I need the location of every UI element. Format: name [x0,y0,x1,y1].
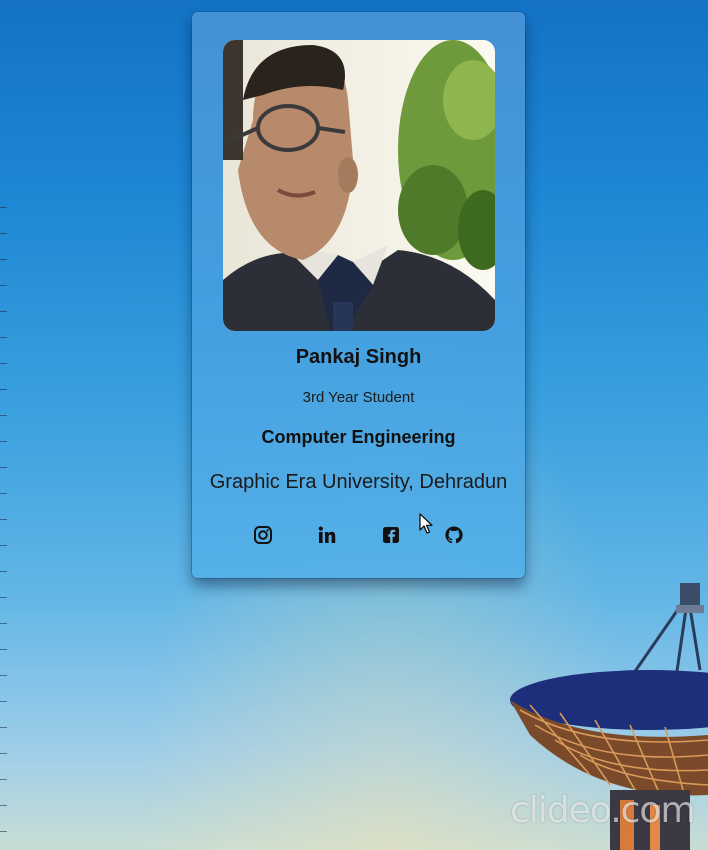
ruler-ticks [0,0,10,850]
facebook-link[interactable] [380,524,402,546]
facebook-icon [383,527,399,543]
mouse-cursor-icon [419,513,433,534]
watermark: clideo.com [510,790,696,831]
profile-card: Pankaj Singh 3rd Year Student Computer E… [192,12,525,578]
profile-name: Pankaj Singh [295,346,422,368]
profile-department: Computer Engineering [261,427,456,447]
linkedin-icon [318,526,336,543]
github-link[interactable] [443,524,465,546]
profile-university: Graphic Era University, Dehradun [209,471,508,493]
profile-photo [223,40,495,331]
linkedin-link[interactable] [316,524,338,546]
profile-photo-image [223,40,495,331]
social-links [192,524,525,546]
instagram-link[interactable] [252,524,274,546]
github-icon [445,526,463,544]
profile-year: 3rd Year Student [302,389,415,406]
instagram-icon [254,526,272,544]
